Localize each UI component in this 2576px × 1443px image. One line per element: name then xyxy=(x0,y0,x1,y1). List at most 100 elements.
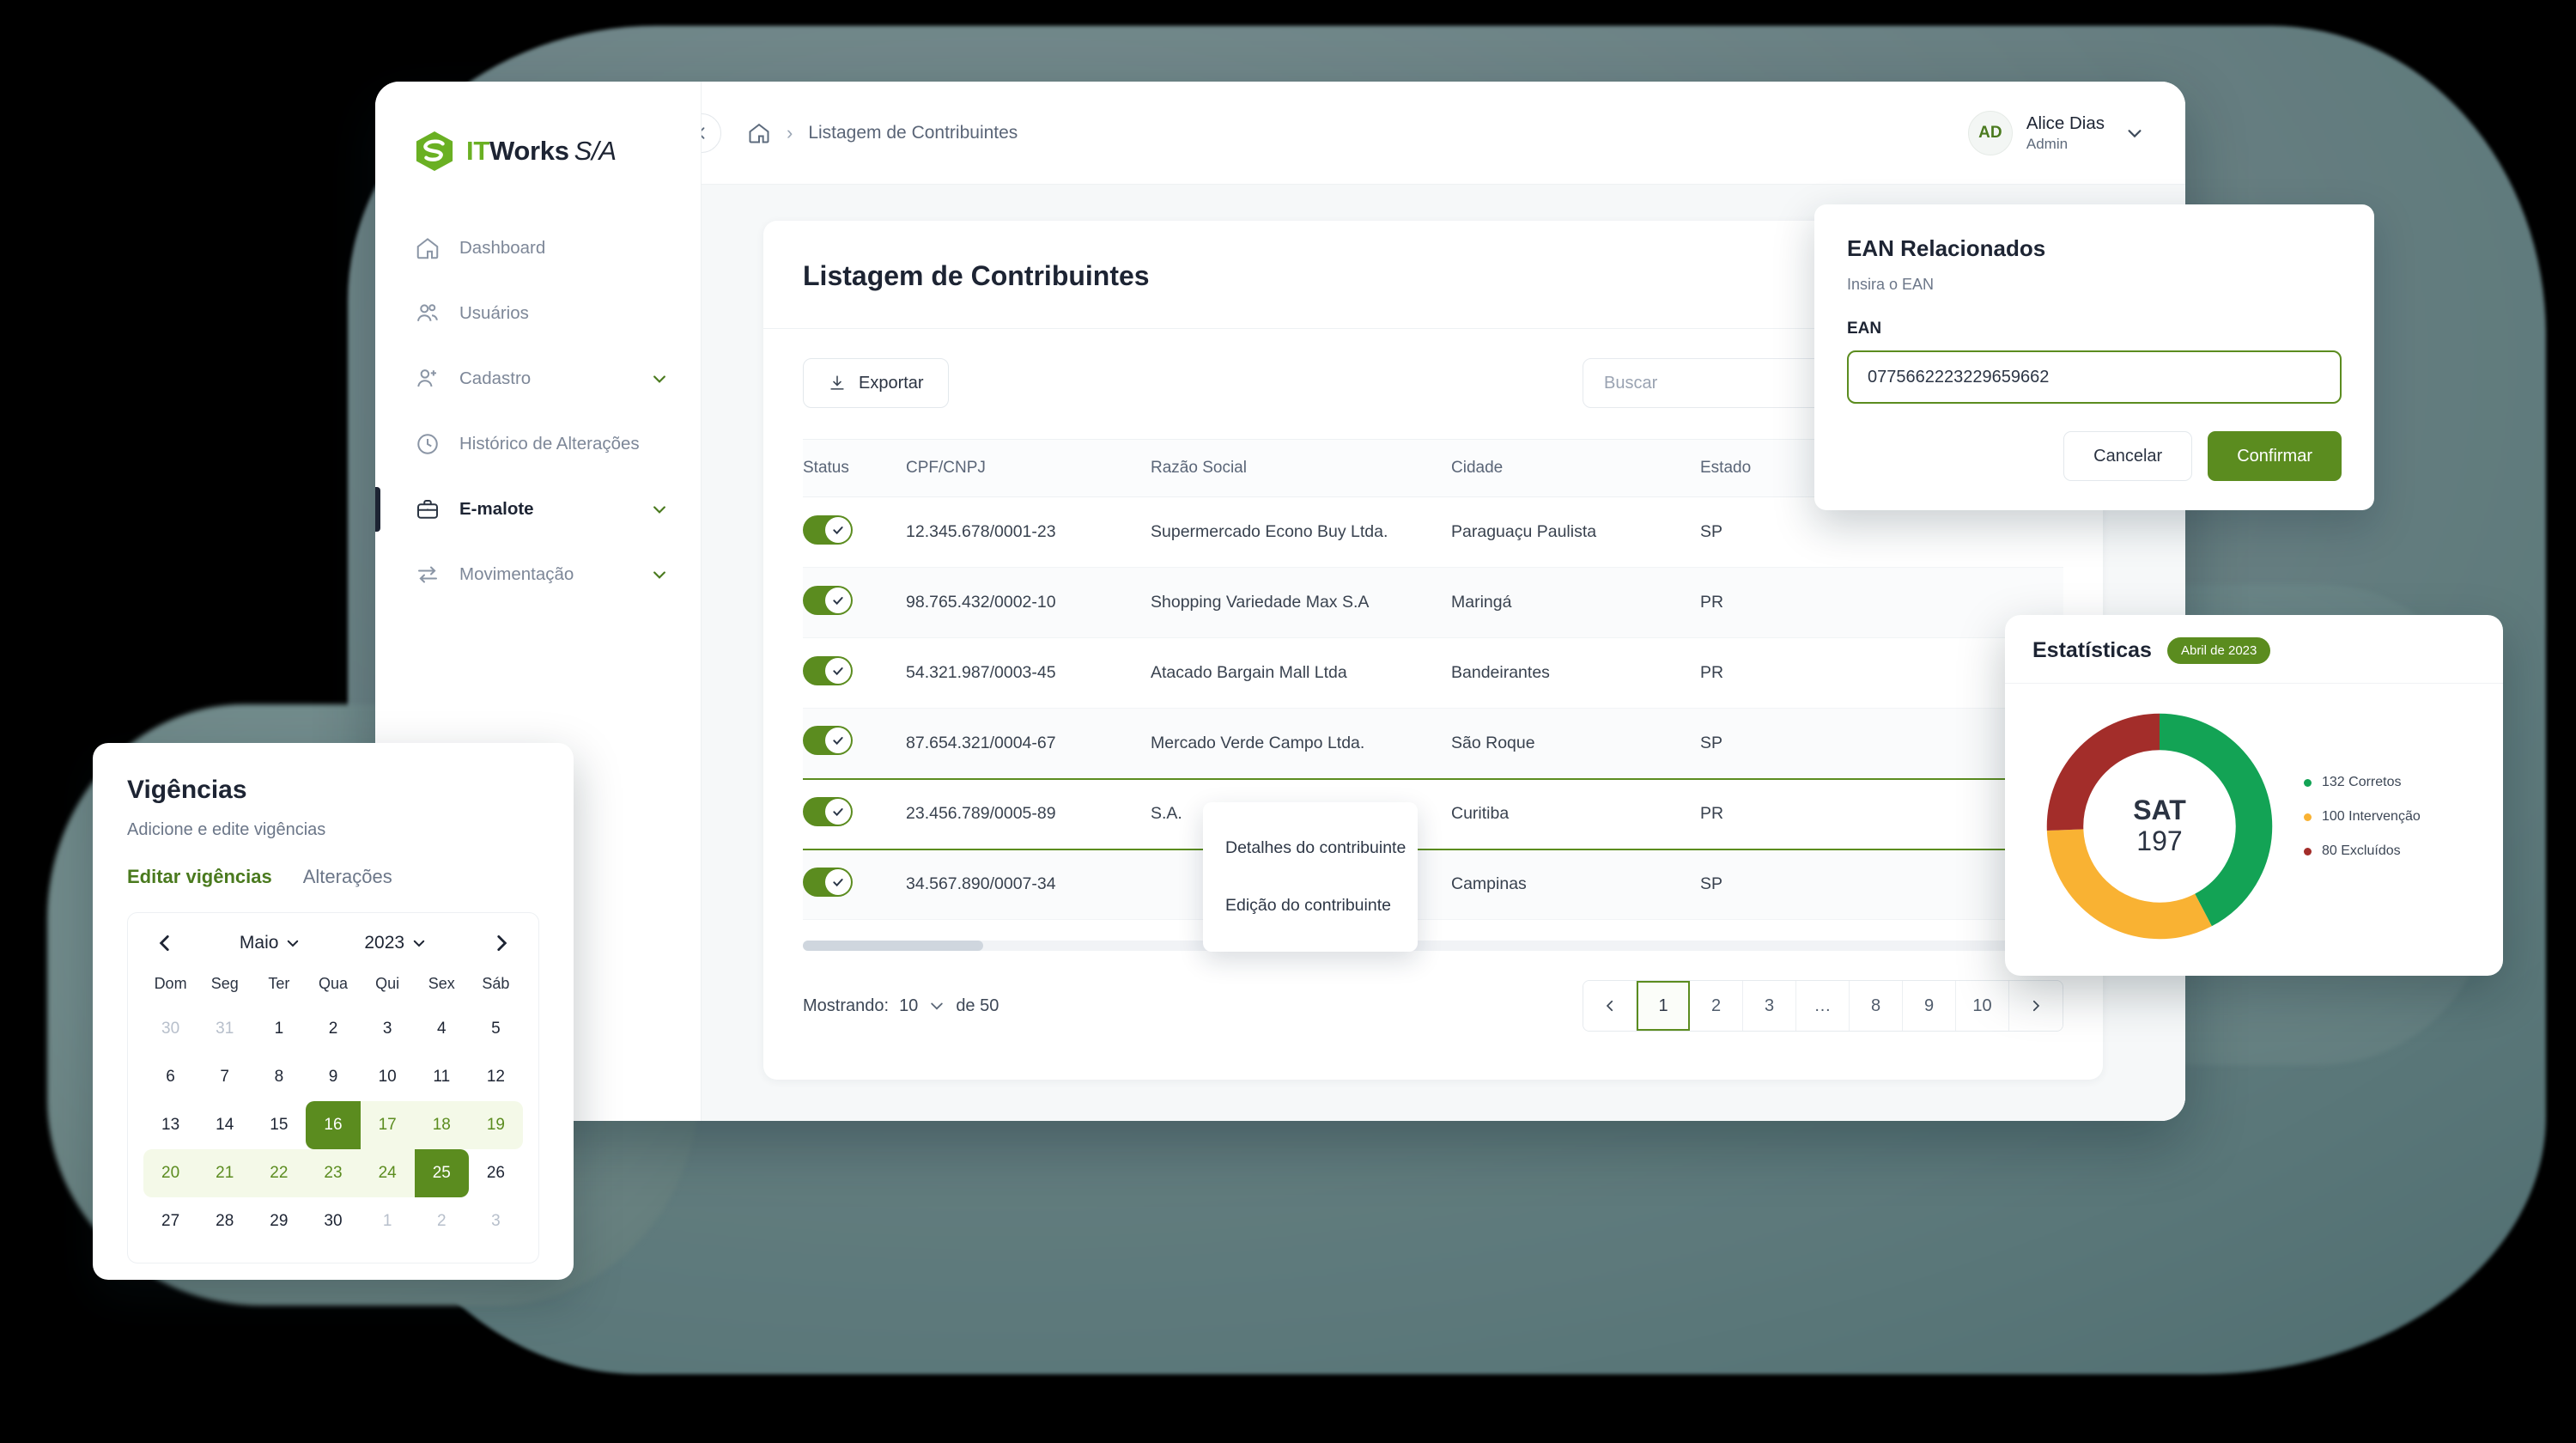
check-icon xyxy=(833,667,843,675)
brand-sa: S/A xyxy=(574,136,617,166)
rows-per-page[interactable]: Mostrando: 10 de 50 xyxy=(803,996,999,1016)
pagination-page-3[interactable]: 3 xyxy=(1743,981,1796,1031)
ean-input[interactable] xyxy=(1868,367,2321,387)
calendar-day[interactable]: 19 xyxy=(468,1101,523,1149)
chevron-down-icon[interactable] xyxy=(928,997,945,1014)
context-menu-item-detalhes[interactable]: Detalhes do contribuinte xyxy=(1203,819,1418,877)
calendar-day[interactable]: 30 xyxy=(306,1197,360,1245)
user-plus-icon xyxy=(417,369,436,387)
sidebar-item-cadastro[interactable]: Cadastro xyxy=(375,346,701,411)
calendar-day[interactable]: 31 xyxy=(197,1005,252,1053)
sidebar-item-e-malote[interactable]: E-malote xyxy=(375,477,701,542)
calendar-day[interactable]: 1 xyxy=(252,1005,306,1053)
sidebar-item-usuarios[interactable]: Usuários xyxy=(375,281,701,346)
legend-dot xyxy=(2304,778,2312,787)
calendar-day[interactable]: 2 xyxy=(415,1197,469,1245)
calendar-day[interactable]: 7 xyxy=(197,1053,252,1101)
calendar-day[interactable]: 23 xyxy=(306,1149,361,1197)
calendar-year-select[interactable]: 2023 xyxy=(364,933,427,953)
context-menu-item-edicao[interactable]: Edição do contribuinte xyxy=(1203,877,1418,935)
status-toggle[interactable] xyxy=(803,585,853,615)
calendar-next-month-button[interactable] xyxy=(490,932,513,954)
confirm-button[interactable]: Confirmar xyxy=(2208,431,2342,481)
sidebar-item-movimentacao[interactable]: Movimentação xyxy=(375,542,701,607)
brand-logo[interactable]: ITWorks S/A xyxy=(375,82,701,185)
table-row-selected[interactable]: 23.456.789/0005-89 S.A. Curitiba PR xyxy=(803,778,2063,849)
calendar-day[interactable]: 18 xyxy=(414,1101,469,1149)
pagination-page-9[interactable]: 9 xyxy=(1903,981,1956,1031)
pagination-page-1[interactable]: 1 xyxy=(1637,981,1690,1031)
tab-editar-vigencias[interactable]: Editar vigências xyxy=(127,866,272,893)
sidebar-item-label: Histórico de Alterações xyxy=(459,434,640,454)
calendar-day[interactable]: 6 xyxy=(143,1053,197,1101)
export-button[interactable]: Exportar xyxy=(803,358,949,408)
table-row[interactable]: 54.321.987/0003-45 Atacado Bargain Mall … xyxy=(803,637,2063,709)
toggle-knob xyxy=(825,728,851,754)
table-row[interactable]: 34.567.890/0007-34 Campinas SP xyxy=(803,849,2063,920)
tab-alteracoes[interactable]: Alterações xyxy=(303,866,392,893)
calendar-day[interactable]: 17 xyxy=(360,1101,415,1149)
calendar-day[interactable]: 12 xyxy=(469,1053,523,1101)
pagination-page-8[interactable]: 8 xyxy=(1850,981,1903,1031)
calendar-day[interactable]: 10 xyxy=(361,1053,415,1101)
sidebar-item-label: Usuários xyxy=(459,303,529,323)
chevron-down-icon[interactable] xyxy=(2125,124,2144,143)
calendar-day[interactable]: 25 xyxy=(414,1149,469,1197)
calendar-day[interactable]: 15 xyxy=(252,1101,306,1149)
status-toggle[interactable] xyxy=(803,796,853,826)
home-icon xyxy=(416,238,439,259)
pagination-prev[interactable] xyxy=(1583,981,1637,1031)
table-row[interactable]: 87.654.321/0004-67 Mercado Verde Campo L… xyxy=(803,708,2063,779)
calendar-day[interactable]: 22 xyxy=(252,1149,307,1197)
calendar-day[interactable]: 11 xyxy=(415,1053,469,1101)
table-horizontal-scrollbar[interactable] xyxy=(803,941,2063,951)
calendar-day[interactable]: 21 xyxy=(197,1149,252,1197)
status-toggle[interactable] xyxy=(803,655,853,685)
status-toggle[interactable] xyxy=(803,867,853,897)
chevron-down-icon xyxy=(288,940,299,947)
calendar-day[interactable]: 29 xyxy=(252,1197,306,1245)
calendar-day[interactable]: 5 xyxy=(469,1005,523,1053)
sidebar-item-historico-de-alteracoes[interactable]: Histórico de Alterações xyxy=(375,411,701,477)
sidebar-item-label: E-malote xyxy=(459,499,534,519)
status-toggle[interactable] xyxy=(803,514,853,545)
estatisticas-title: Estatísticas xyxy=(2032,638,2152,662)
calendar-day[interactable]: 28 xyxy=(197,1197,252,1245)
cell-status xyxy=(803,637,906,709)
cancel-button[interactable]: Cancelar xyxy=(2063,431,2193,481)
pagination-next[interactable] xyxy=(2009,981,2063,1031)
download-icon xyxy=(830,375,844,390)
pagination: 1 2 3 … 8 9 10 xyxy=(1583,980,2063,1032)
status-toggle[interactable] xyxy=(803,726,853,756)
calendar-day[interactable]: 4 xyxy=(415,1005,469,1053)
sidebar-item-dashboard[interactable]: Dashboard xyxy=(375,216,701,281)
calendar-day[interactable]: 3 xyxy=(361,1005,415,1053)
calendar-day[interactable]: 30 xyxy=(143,1005,197,1053)
calendar-dow: Seg xyxy=(210,975,239,992)
calendar-prev-month-button[interactable] xyxy=(154,932,176,954)
ean-input-wrapper[interactable] xyxy=(1847,350,2342,404)
user-menu[interactable]: AD Alice Dias Admin xyxy=(1967,110,2144,155)
pagination-page-2[interactable]: 2 xyxy=(1690,981,1743,1031)
cell-estado: SP xyxy=(1700,708,1898,779)
scrollbar-thumb[interactable] xyxy=(803,941,983,951)
home-icon[interactable] xyxy=(747,121,771,145)
calendar-day[interactable]: 1 xyxy=(361,1197,415,1245)
calendar-day[interactable]: 9 xyxy=(306,1053,360,1101)
calendar-day[interactable]: 8 xyxy=(252,1053,306,1101)
calendar-day[interactable]: 13 xyxy=(143,1101,197,1149)
table-row[interactable]: 98.765.432/0002-10 Shopping Variedade Ma… xyxy=(803,567,2063,638)
calendar-day[interactable]: 14 xyxy=(197,1101,252,1149)
pagination-page-10[interactable]: 10 xyxy=(1956,981,2009,1031)
calendar-day[interactable]: 20 xyxy=(143,1149,198,1197)
calendar-day[interactable]: 27 xyxy=(143,1197,197,1245)
calendar-month-select[interactable]: Maio xyxy=(240,933,301,953)
cell-cidade: Campinas xyxy=(1451,849,1700,920)
calendar-day[interactable]: 2 xyxy=(306,1005,360,1053)
calendar-day[interactable]: 26 xyxy=(469,1149,523,1197)
ean-modal-actions: Cancelar Confirmar xyxy=(1847,431,2342,481)
calendar-day[interactable]: 16 xyxy=(306,1101,361,1149)
cell-razao-social: Atacado Bargain Mall Ltda xyxy=(1151,637,1451,709)
calendar-day[interactable]: 24 xyxy=(360,1149,415,1197)
calendar-day[interactable]: 3 xyxy=(469,1197,523,1245)
